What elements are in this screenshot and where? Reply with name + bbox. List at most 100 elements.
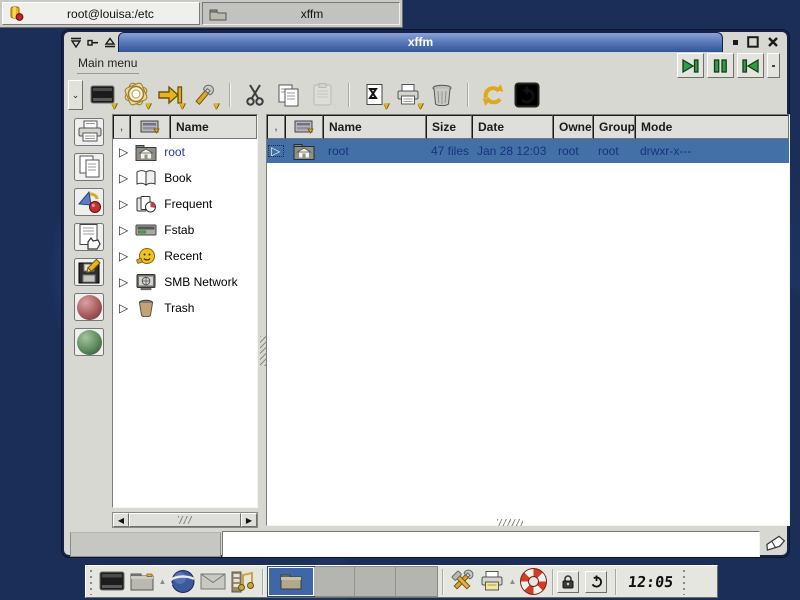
pager-desktop-2[interactable] (314, 567, 355, 596)
panel-print-button[interactable] (477, 567, 507, 597)
tree-item-trash[interactable]: ▷ Trash (113, 295, 257, 321)
titlebar[interactable]: xffm (64, 32, 787, 52)
taskbar-button-xffm[interactable]: xffm (202, 2, 400, 25)
pause-icon (712, 58, 729, 74)
taskbar-button-terminal[interactable]: root@louisa:/etc (2, 2, 200, 25)
expander-icon[interactable]: ▷ (119, 275, 128, 289)
expander-icon[interactable]: ▷ (119, 171, 128, 185)
trash-button[interactable] (427, 80, 457, 110)
expander-icon[interactable]: ▷ (271, 144, 280, 158)
books-clock-icon (135, 195, 157, 213)
command-entry[interactable] (222, 531, 760, 557)
jobs-button[interactable]: ▾ (359, 80, 389, 110)
panel-settings-button[interactable] (447, 567, 477, 597)
tree-item-book[interactable]: ▷ Book (113, 165, 257, 191)
sidebar-red-sphere-button[interactable] (74, 293, 104, 321)
paste-button[interactable]: ▾ (308, 80, 338, 110)
row-icon-cell (285, 143, 323, 160)
skip-forward-button[interactable] (677, 53, 704, 78)
column-header-group[interactable]: Group (593, 115, 635, 139)
panel-file-manager-button[interactable] (127, 567, 157, 597)
clear-entry-button[interactable] (764, 533, 788, 557)
main-menu[interactable]: Main menu (77, 56, 139, 74)
sidebar-select-button[interactable] (74, 223, 104, 251)
file-corner-button[interactable]: , (267, 115, 285, 139)
column-header-size[interactable]: Size (426, 115, 472, 139)
refresh-button[interactable] (478, 80, 508, 110)
tree-icon-column-button[interactable] (130, 115, 170, 139)
scroll-right-arrow[interactable]: ▶ (241, 513, 257, 527)
pause-button[interactable] (707, 53, 734, 78)
panel-popup-arrow[interactable]: ▲ (507, 567, 518, 597)
panel-help-button[interactable] (518, 567, 548, 597)
window-title[interactable]: xffm (118, 32, 723, 52)
panel-browser-button[interactable] (168, 567, 198, 597)
status-splitter-grip[interactable] (497, 519, 523, 526)
panel-media-button[interactable] (228, 567, 258, 597)
window-sticky-pin-icon[interactable] (87, 37, 99, 48)
toolbar-collapse-button[interactable]: ⌄ (68, 80, 83, 110)
tree-horizontal-scrollbar[interactable]: ◀ ▶ (112, 512, 258, 528)
tree-item-root[interactable]: ▷ root (113, 139, 257, 165)
panel-popup-arrow[interactable]: ▲ (157, 567, 168, 597)
settings-button[interactable]: ▾ (121, 80, 151, 110)
panel-handle-left[interactable] (88, 568, 95, 595)
tree-item-fstab[interactable]: ▷ Fstab (113, 217, 257, 243)
sidebar-print-button[interactable] (74, 118, 104, 146)
pager-desktop-1-active[interactable] (268, 567, 314, 596)
expander-icon[interactable]: ▷ (119, 145, 128, 159)
sidebar-copy-button[interactable] (74, 153, 104, 181)
tree-item-recent[interactable]: ▷ Recent (113, 243, 257, 269)
thumb-grip (178, 516, 192, 524)
panel-separator (615, 569, 616, 595)
pager-desktop-3[interactable] (355, 567, 396, 596)
new-terminal-button[interactable]: ▾ (87, 80, 117, 110)
scrollbar-thumb[interactable] (129, 513, 241, 527)
column-header-mode[interactable]: Mode (635, 115, 789, 139)
top-taskbar: root@louisa:/etc xffm (0, 0, 403, 28)
window-menu-icon[interactable] (70, 37, 82, 48)
panel-mail-button[interactable] (198, 567, 228, 597)
tools-button[interactable]: ▾ (189, 80, 219, 110)
minimize-icon[interactable] (732, 39, 739, 46)
column-header-name[interactable]: Name (323, 115, 426, 139)
panel-separator (442, 569, 443, 595)
print-button[interactable]: ▾ (393, 80, 423, 110)
sidebar-green-sphere-button[interactable] (74, 328, 104, 356)
column-header-owner[interactable]: Owner (553, 115, 593, 139)
exit-button[interactable] (512, 80, 542, 110)
tree-item-frequent[interactable]: ▷ Frequent (113, 191, 257, 217)
pager-desktop-4[interactable] (396, 567, 437, 596)
tree-corner-button[interactable]: , (113, 115, 130, 139)
panel-terminal-button[interactable] (97, 567, 127, 597)
computer-icon (294, 120, 314, 134)
nav-more-button[interactable] (767, 53, 780, 78)
maximize-icon[interactable] (747, 36, 759, 48)
xffm-window: xffm Main menu ⌄ ▾ (62, 30, 789, 557)
sidebar-diff-button[interactable] (74, 188, 104, 216)
expander-icon[interactable]: ▷ (119, 197, 128, 211)
window-shade-icon[interactable] (104, 37, 116, 48)
tree-item-smb-network[interactable]: ▷ SMB Network (113, 269, 257, 295)
column-header-date[interactable]: Date (472, 115, 553, 139)
panel-lock-button[interactable] (557, 571, 579, 593)
copy-button[interactable] (274, 80, 304, 110)
panel-power-button[interactable] (585, 571, 607, 593)
copy-documents-icon (76, 154, 102, 180)
panel-handle-right[interactable] (681, 568, 688, 595)
expander-icon[interactable]: ▷ (119, 301, 128, 315)
tree-name-header[interactable]: Name (170, 115, 257, 139)
cut-button[interactable] (240, 80, 270, 110)
file-row-root-selected[interactable]: ▷ root 47 files Jan 28 12:03 root root d… (267, 139, 789, 163)
skip-forward-icon (681, 58, 700, 74)
expander-icon[interactable]: ▷ (119, 249, 128, 263)
expander-icon[interactable]: ▷ (119, 223, 128, 237)
scroll-left-arrow[interactable]: ◀ (113, 513, 129, 527)
close-icon[interactable] (767, 36, 779, 48)
skip-back-button[interactable] (737, 53, 764, 78)
envelope-icon (200, 573, 226, 590)
download-arrow-badge: ▾ (179, 102, 185, 111)
file-icon-column-button[interactable] (285, 115, 323, 139)
sidebar-save-button[interactable] (74, 258, 104, 286)
go-to-button[interactable]: ▾ (155, 80, 185, 110)
